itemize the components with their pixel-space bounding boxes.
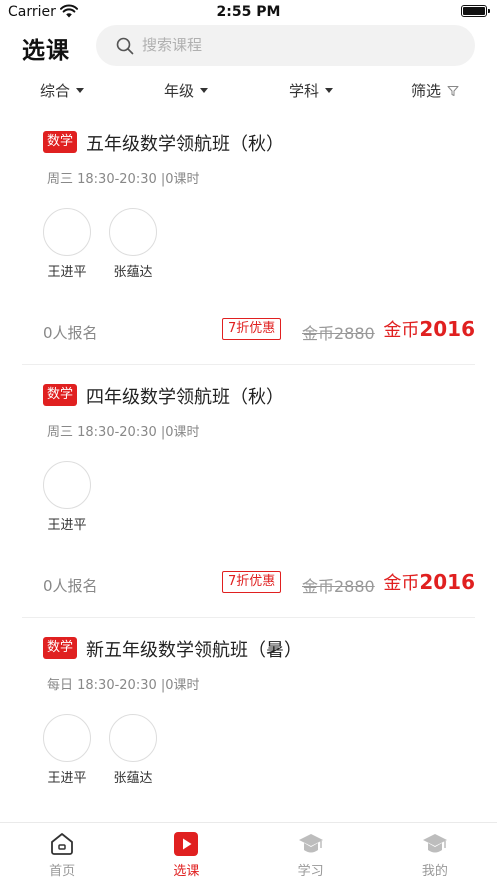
caret-down-icon — [76, 88, 85, 93]
discount-badge: 7折优惠 — [222, 318, 282, 340]
course-list: 数学 五年级数学领航班（秋） 周三 18:30-20:30 |0课时 王进平 张… — [0, 112, 497, 871]
caret-down-icon — [325, 88, 334, 93]
page-title: 选课 — [22, 38, 70, 64]
avatar — [43, 461, 91, 509]
search-input[interactable] — [142, 34, 442, 56]
filter-label: 综合 — [40, 82, 71, 100]
filter-label: 筛选 — [411, 82, 442, 100]
graduation-cap-icon — [422, 834, 447, 853]
tab-profile[interactable]: 我的 — [373, 823, 497, 883]
course-card[interactable]: 数学 五年级数学领航班（秋） 周三 18:30-20:30 |0课时 王进平 张… — [22, 112, 475, 365]
subject-badge: 数学 — [43, 131, 78, 153]
tab-study[interactable]: 学习 — [249, 823, 373, 883]
sale-price: 金币2016 — [383, 316, 475, 342]
tab-home[interactable]: 首页 — [0, 823, 124, 883]
price-unit: 金币 — [383, 320, 420, 341]
avatar — [43, 208, 91, 256]
course-title: 五年级数学领航班（秋） — [86, 134, 284, 155]
filter-grade[interactable]: 年级 — [164, 80, 209, 101]
funnel-icon — [447, 85, 459, 96]
tab-label: 学习 — [297, 864, 324, 879]
search-box[interactable] — [96, 25, 475, 66]
teacher-list: 王进平 张蕴达 — [43, 208, 175, 280]
teacher-list: 王进平 张蕴达 — [43, 714, 175, 786]
course-card[interactable]: 数学 四年级数学领航班（秋） 周三 18:30-20:30 |0课时 王进平 0… — [22, 365, 475, 618]
avatar — [109, 714, 157, 762]
teacher-name: 王进平 — [47, 518, 87, 533]
course-schedule: 每日 18:30-20:30 |0课时 — [47, 678, 200, 693]
caret-down-icon — [200, 88, 209, 93]
filter-label: 年级 — [164, 82, 195, 100]
teacher-name: 张蕴达 — [113, 265, 153, 280]
search-icon — [116, 37, 134, 55]
teacher-item[interactable]: 王进平 — [43, 208, 91, 280]
tab-bar: 首页 选课 学习 我的 — [0, 822, 497, 883]
avatar — [43, 714, 91, 762]
teacher-item[interactable]: 王进平 — [43, 461, 91, 533]
price-unit: 金币 — [383, 573, 420, 594]
graduation-cap-icon — [298, 834, 323, 853]
battery-icon — [461, 5, 490, 17]
status-bar: Carrier 2:55 PM — [0, 0, 497, 26]
filter-subject[interactable]: 学科 — [289, 80, 334, 101]
original-price: 金币2880 — [302, 577, 375, 596]
subject-badge: 数学 — [43, 637, 78, 659]
teacher-item[interactable]: 张蕴达 — [109, 714, 157, 786]
filter-label: 学科 — [289, 82, 320, 100]
enroll-count: 0人报名 — [43, 324, 98, 342]
teacher-name: 王进平 — [47, 265, 87, 280]
course-schedule: 周三 18:30-20:30 |0课时 — [47, 172, 200, 187]
tab-label: 首页 — [49, 864, 76, 879]
teacher-list: 王进平 — [43, 461, 109, 533]
original-price: 金币2880 — [302, 324, 375, 343]
header: 选课 — [0, 24, 497, 68]
course-schedule: 周三 18:30-20:30 |0课时 — [47, 425, 200, 440]
play-icon — [174, 832, 199, 856]
avatar — [109, 208, 157, 256]
filter-screen[interactable]: 筛选 — [411, 80, 459, 101]
tab-courses[interactable]: 选课 — [124, 823, 248, 883]
subject-badge: 数学 — [43, 384, 78, 406]
price-value: 2016 — [419, 317, 475, 341]
filter-sort[interactable]: 综合 — [40, 80, 85, 101]
clock-label: 2:55 PM — [216, 4, 281, 20]
teacher-name: 王进平 — [47, 771, 87, 786]
price-value: 2016 — [419, 570, 475, 594]
course-title: 新五年级数学领航班（暑） — [86, 640, 302, 661]
discount-badge: 7折优惠 — [222, 571, 282, 593]
enroll-count: 0人报名 — [43, 577, 98, 595]
tab-label: 我的 — [421, 864, 448, 879]
course-title: 四年级数学领航班（秋） — [86, 387, 284, 408]
teacher-item[interactable]: 张蕴达 — [109, 208, 157, 280]
teacher-name: 张蕴达 — [113, 771, 153, 786]
home-icon — [51, 833, 74, 855]
teacher-item[interactable]: 王进平 — [43, 714, 91, 786]
filter-bar: 综合 年级 学科 筛选 — [0, 72, 497, 108]
sale-price: 金币2016 — [383, 569, 475, 595]
tab-label: 选课 — [173, 864, 200, 879]
